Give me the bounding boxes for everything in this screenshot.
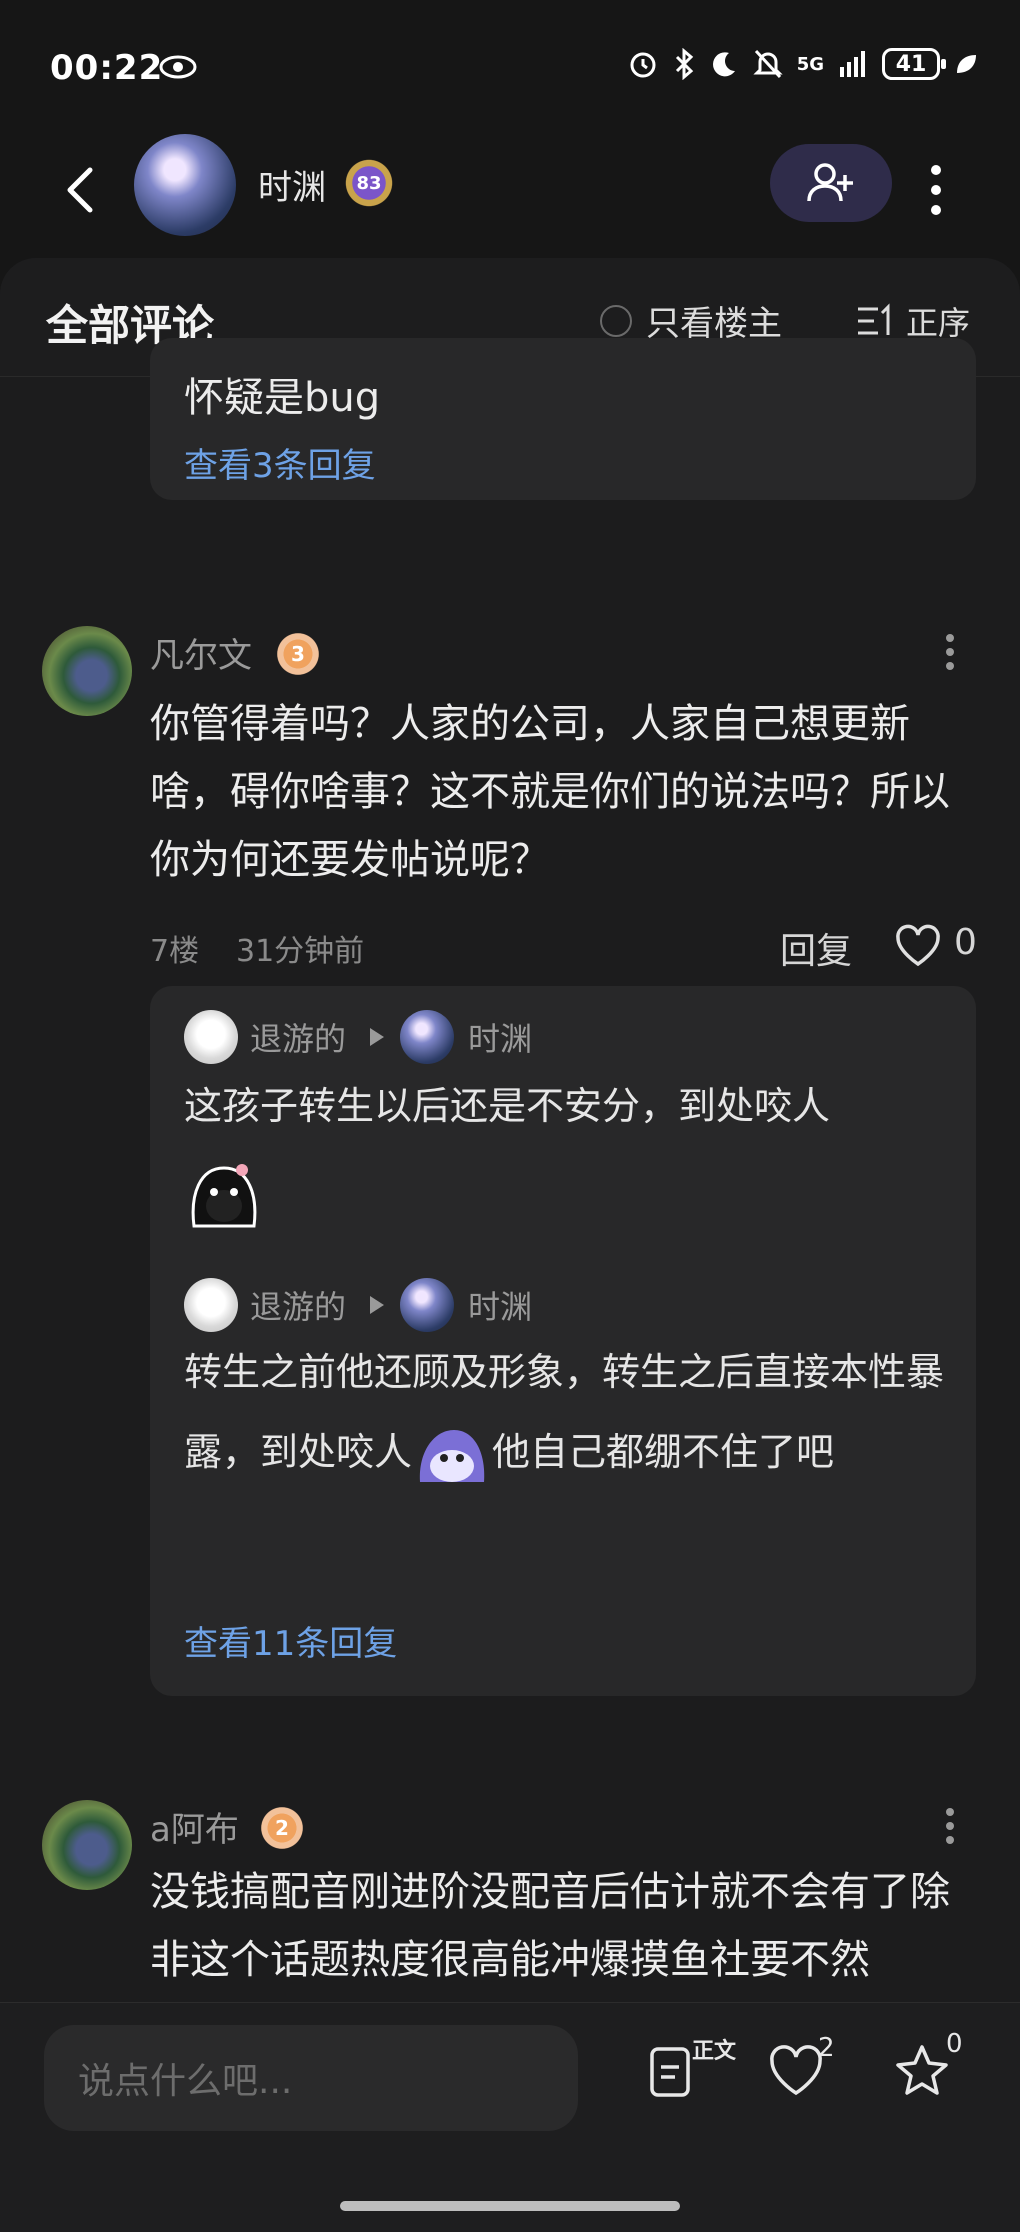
leaf-icon <box>957 55 976 73</box>
comment-more-icon[interactable] <box>940 1804 960 1848</box>
sort-icon <box>858 303 890 335</box>
level-badge: 2 <box>256 1806 308 1850</box>
shark-sticker-icon <box>419 1429 485 1482</box>
reply-avatar[interactable] <box>184 1278 238 1332</box>
eye-icon <box>159 55 197 79</box>
comment-item: a阿布 2 没钱搞配音刚进阶没配音后估计就不会有了除非这个话题热度很高能冲爆摸鱼… <box>0 1792 1020 2002</box>
bottom-action-bar: 说点什么吧... 正文 2 0 <box>0 2002 1020 2232</box>
comment-more-icon[interactable] <box>940 630 960 674</box>
back-arrow-icon[interactable] <box>52 160 112 220</box>
comment-text: 没钱搞配音刚进阶没配音后估计就不会有了除非这个话题热度很高能冲爆摸鱼社要不然 <box>150 1869 950 1983</box>
like-heart-icon[interactable] <box>766 2041 826 2101</box>
status-right: 5G 41 <box>627 48 978 80</box>
reply-arrow-icon <box>370 1296 384 1314</box>
reply-to-user[interactable]: 时渊 <box>468 1014 532 1060</box>
replies-card: 退游的 时渊 这孩子转生以后还是不安分，到处咬人 退游的 时渊 转生之前他还顾及… <box>150 986 976 1696</box>
reply-avatar[interactable] <box>400 1010 454 1064</box>
author-name[interactable]: 时渊 <box>258 160 326 209</box>
like-count: 0 <box>954 922 977 963</box>
like-heart-icon[interactable] <box>894 924 942 968</box>
reply-to-user[interactable]: 时渊 <box>468 1282 532 1328</box>
star-count: 0 <box>946 2029 963 2059</box>
reply-from-user[interactable]: 退游的 <box>250 1014 346 1060</box>
avatar[interactable] <box>42 626 132 716</box>
author-level-badge: 83 <box>342 158 396 208</box>
follow-button[interactable] <box>770 144 892 222</box>
avatar[interactable] <box>42 1800 132 1890</box>
reply-text: 怀疑是bug <box>184 375 381 421</box>
star-icon[interactable] <box>892 2041 952 2101</box>
mute-icon <box>753 49 783 79</box>
like-count: 2 <box>818 2033 835 2063</box>
bluetooth-icon <box>675 48 693 80</box>
level-badge: 3 <box>272 632 324 676</box>
reply-text-part: 他自己都绷不住了吧 <box>492 1430 835 1474</box>
network-label: 5G <box>796 53 824 75</box>
reply-arrow-icon <box>370 1028 384 1046</box>
moon-icon <box>712 52 735 77</box>
author-avatar[interactable] <box>134 134 236 236</box>
post-header: 时渊 83 <box>0 130 1020 260</box>
reply-text: 这孩子转生以后还是不安分，到处咬人 <box>184 1084 831 1128</box>
penguin-sticker-icon <box>191 1164 257 1228</box>
comment-input[interactable]: 说点什么吧... <box>44 2025 578 2131</box>
reply-text: 转生之前他还顾及形象，转生之后直接本性暴露，到处咬人 他自己都绷不住了吧 <box>184 1332 954 1492</box>
reply-avatar[interactable] <box>184 1010 238 1064</box>
view-replies-link[interactable]: 查看3条回复 <box>184 438 376 487</box>
add-user-icon <box>807 163 853 202</box>
more-options-icon[interactable] <box>918 160 954 220</box>
previous-reply-card: 怀疑是bug 查看3条回复 <box>150 338 976 500</box>
battery-indicator: 41 <box>882 48 946 80</box>
comment-text: 你管得着吗？人家的公司，人家自己想更新啥，碍你啥事？这不就是你们的说法吗？所以你… <box>150 701 950 883</box>
status-time: 00:22 <box>50 48 164 88</box>
comment-floor: 7楼 <box>150 934 200 969</box>
reply-from-user[interactable]: 退游的 <box>250 1282 346 1328</box>
comment-username[interactable]: a阿布 <box>150 1802 239 1851</box>
comments-panel: 全部评论 只看楼主 正序 怀疑是bug 查看3条回复 凡尔文 3 你管得着吗？人… <box>0 258 1020 2002</box>
reply-button[interactable]: 回复 <box>780 922 852 974</box>
alarm-icon <box>630 52 656 78</box>
reply-avatar[interactable] <box>400 1278 454 1332</box>
home-indicator[interactable] <box>340 2201 680 2211</box>
radio-icon <box>600 304 632 337</box>
comment-username[interactable]: 凡尔文 <box>150 628 252 677</box>
view-replies-link[interactable]: 查看11条回复 <box>184 1616 397 1665</box>
signal-icon <box>840 51 865 77</box>
status-bar: 00:22 5G 41 <box>0 0 1020 130</box>
comment-time: 31分钟前 <box>236 934 365 969</box>
comment-item: 凡尔文 3 你管得着吗？人家的公司，人家自己想更新啥，碍你啥事？这不就是你们的说… <box>0 618 1020 1696</box>
body-text-label: 正文 <box>692 2039 737 2064</box>
